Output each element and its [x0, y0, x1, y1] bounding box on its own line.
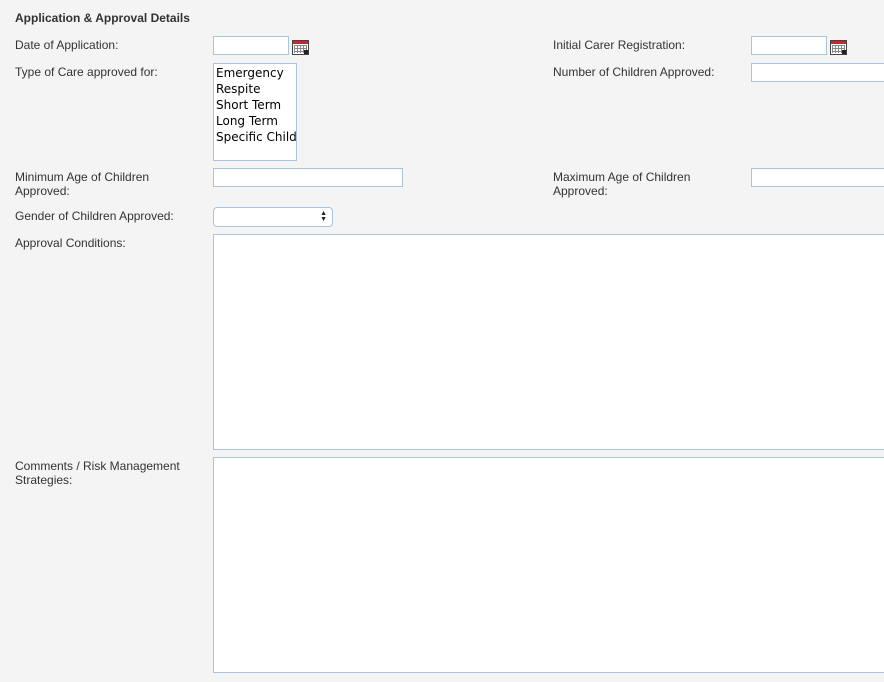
gender-label: Gender of Children Approved: [15, 209, 174, 223]
gender-select[interactable]: ▲ ▼ [213, 207, 333, 227]
initial-carer-registration-input[interactable] [751, 36, 827, 55]
min-age-input[interactable] [213, 168, 403, 187]
max-age-input[interactable] [751, 168, 884, 187]
max-age-label-line1: Maximum Age of Children [553, 170, 691, 184]
max-age-label: Maximum Age of Children Approved: [553, 170, 690, 198]
listbox-option[interactable]: Respite [216, 81, 294, 97]
type-of-care-label: Type of Care approved for: [15, 65, 158, 79]
comments-label-line2: Strategies: [15, 473, 73, 487]
min-age-label-line1: Minimum Age of Children [15, 170, 150, 184]
calendar-icon[interactable] [830, 40, 847, 55]
section-title: Application & Approval Details [15, 11, 190, 25]
listbox-option[interactable]: Specific Child [216, 129, 297, 145]
listbox-option[interactable]: Emergency [216, 65, 294, 81]
min-age-label-line2: Approved: [15, 184, 70, 198]
date-of-application-label: Date of Application: [15, 38, 119, 52]
number-of-children-input[interactable] [751, 63, 884, 82]
min-age-label: Minimum Age of Children Approved: [15, 170, 149, 198]
max-age-label-line2: Approved: [553, 184, 608, 198]
listbox-option[interactable]: Short Term [216, 97, 294, 113]
approval-conditions-label: Approval Conditions: [15, 236, 126, 250]
date-of-application-input[interactable] [213, 36, 289, 55]
comments-label: Comments / Risk Management Strategies: [15, 459, 180, 487]
calendar-icon[interactable] [292, 40, 309, 55]
approval-conditions-textarea[interactable] [213, 234, 884, 450]
comments-label-line1: Comments / Risk Management [15, 459, 180, 473]
initial-carer-registration-label: Initial Carer Registration: [553, 38, 686, 52]
listbox-option[interactable]: Long Term [216, 113, 294, 129]
number-of-children-label: Number of Children Approved: [553, 65, 715, 79]
type-of-care-listbox[interactable]: Emergency Respite Short Term Long Term S… [213, 63, 297, 161]
updown-arrows-icon: ▲ ▼ [320, 210, 327, 223]
comments-textarea[interactable] [213, 457, 884, 673]
